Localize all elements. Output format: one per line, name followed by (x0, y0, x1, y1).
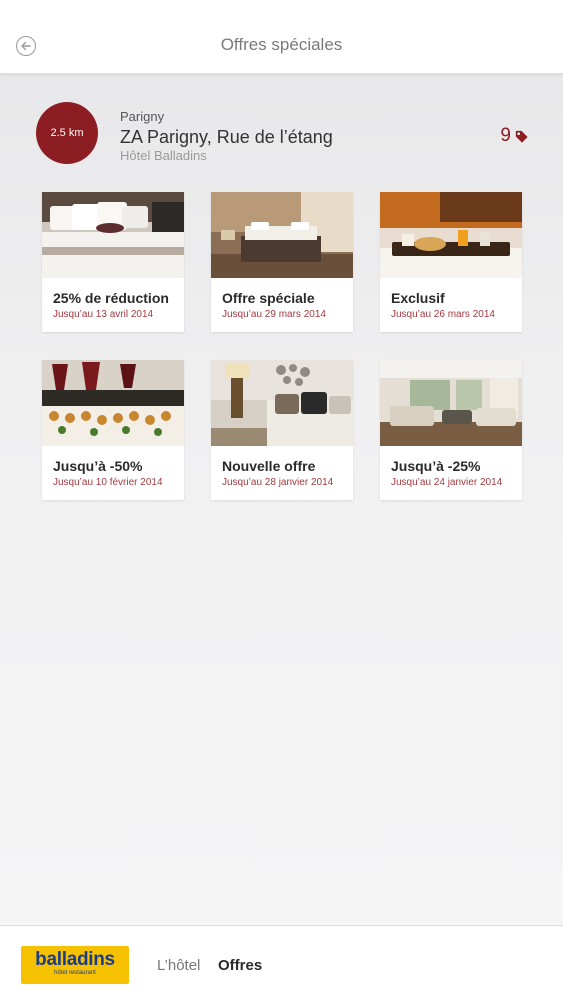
offer-title: 25% de réduction (53, 290, 169, 306)
distance-badge: 2.5 km (36, 102, 98, 164)
hotel-room-photo (211, 192, 353, 278)
living-room-photo (380, 360, 522, 446)
offer-card[interactable]: Nouvelle offre Jusqu’au 28 janvier 2014 (211, 360, 353, 500)
offer-date: Jusqu’au 28 janvier 2014 (222, 477, 334, 488)
decorated-bedroom-photo (211, 360, 353, 446)
bedroom-photo (42, 192, 184, 278)
nav-tab-hotel[interactable]: L’hôtel (157, 957, 200, 974)
hotel-address: ZA Parigny, Rue de l’étang (120, 127, 333, 147)
wine-canapes-photo (42, 360, 184, 446)
page-title: Offres spéciales (220, 35, 343, 54)
top-bar: Offres spéciales (0, 0, 563, 74)
offer-date: Jusqu’au 10 février 2014 (53, 477, 163, 488)
hotel-name: Hôtel Balladins (120, 148, 207, 163)
offer-card[interactable]: 25% de réduction Jusqu’au 13 avril 2014 (42, 192, 184, 332)
offer-date: Jusqu’au 24 janvier 2014 (391, 477, 503, 488)
offer-date: Jusqu’au 13 avril 2014 (53, 309, 154, 320)
hotel-city: Parigny (120, 109, 165, 124)
bottom-nav: balladins hôtel restaurant L’hôtel Offre… (0, 925, 563, 1000)
nav-tab-offers[interactable]: Offres (218, 957, 262, 974)
logo-wordmark: balladins (35, 949, 115, 970)
offers-count-badge[interactable]: 9 (500, 125, 529, 147)
offer-title: Nouvelle offre (222, 458, 316, 474)
offer-title: Jusqu’à -50% (53, 458, 143, 474)
tag-icon (515, 130, 528, 143)
breakfast-tray-photo (380, 192, 522, 278)
offer-card[interactable]: Jusqu’à -25% Jusqu’au 24 janvier 2014 (380, 360, 522, 500)
offer-title: Offre spéciale (222, 290, 315, 306)
balladins-logo[interactable]: balladins hôtel restaurant (21, 946, 129, 984)
offer-card[interactable]: Exclusif Jusqu’au 26 mars 2014 (380, 192, 522, 332)
offer-title: Exclusif (391, 290, 445, 306)
offer-title: Jusqu’à -25% (391, 458, 481, 474)
offer-card[interactable]: Offre spéciale Jusqu’au 29 mars 2014 (211, 192, 353, 332)
offers-count: 9 (500, 125, 511, 146)
offer-card[interactable]: Jusqu’à -50% Jusqu’au 10 février 2014 (42, 360, 184, 500)
offer-date: Jusqu’au 26 mars 2014 (391, 309, 495, 320)
app-screen: Offres spéciales 2.5 km Parigny ZA Parig… (0, 0, 563, 1000)
offer-date: Jusqu’au 29 mars 2014 (222, 309, 326, 320)
